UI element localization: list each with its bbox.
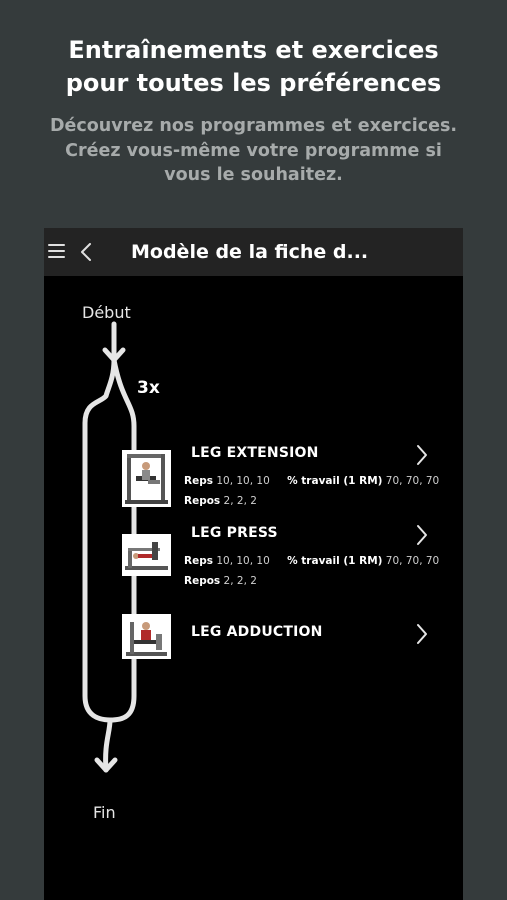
rest-value: 2, 2, 2 — [223, 575, 257, 587]
phone-screen: Modèle de la fiche d... Début 3x Fin LEG… — [44, 228, 463, 900]
rest-value: 2, 2, 2 — [223, 495, 257, 507]
reps-label: Reps — [184, 555, 213, 567]
rest-label: Repos — [184, 495, 221, 507]
reps-value: 10, 10, 10 — [216, 555, 270, 567]
promo-subtitle-line: Découvrez nos programmes et exercices. — [49, 116, 458, 136]
flow-start-label: Début — [82, 303, 131, 322]
work-label: % travail (1 RM) — [287, 475, 383, 487]
rest-label: Repos — [184, 575, 221, 587]
work-value: 70, 70, 70 — [385, 555, 440, 567]
chevron-right-icon[interactable] — [416, 444, 428, 466]
exercise-rest-row: Repos 2, 2, 2 — [184, 574, 257, 588]
promo-subtitle: Découvrez nos programmes et exercices. C… — [0, 114, 507, 188]
flow-end-label: Fin — [93, 803, 116, 822]
exercise-rest-row: Repos 2, 2, 2 — [184, 494, 257, 508]
promo-subtitle-line: Créez vous-même votre programme si — [65, 140, 442, 161]
exercise-thumbnail — [122, 614, 171, 659]
flow-end-arrow — [103, 717, 113, 773]
work-label: % travail (1 RM) — [287, 555, 383, 567]
chevron-right-icon[interactable] — [416, 623, 428, 645]
promo-title: Entraînements et exercices pour toutes l… — [0, 34, 507, 100]
flow-repeat-count: 3x — [137, 378, 160, 398]
promo-title-line: Entraînements et exercices — [68, 36, 439, 64]
reps-label: Reps — [184, 475, 213, 487]
exercise-thumbnail — [122, 450, 171, 507]
exercise-thumbnail — [122, 534, 171, 576]
work-value: 70, 70, 70 — [385, 475, 440, 487]
exercise-name: LEG PRESS — [191, 525, 278, 541]
exercise-meta-row: Reps 10, 10, 10 % travail (1 RM) 70, 70,… — [184, 474, 439, 488]
exercise-name: LEG EXTENSION — [191, 445, 319, 461]
leg-extension-machine-image — [125, 454, 168, 504]
exercise-meta-row: Reps 10, 10, 10 % travail (1 RM) 70, 70,… — [184, 554, 439, 568]
reps-value: 10, 10, 10 — [216, 475, 270, 487]
exercise-name: LEG ADDUCTION — [191, 624, 323, 640]
promo-title-line: pour toutes les préférences — [65, 69, 442, 97]
leg-adduction-machine-image — [126, 622, 167, 656]
chevron-right-icon[interactable] — [416, 524, 428, 546]
promo-subtitle-line: vous le souhaitez. — [164, 165, 343, 185]
leg-press-machine-image — [125, 542, 168, 570]
